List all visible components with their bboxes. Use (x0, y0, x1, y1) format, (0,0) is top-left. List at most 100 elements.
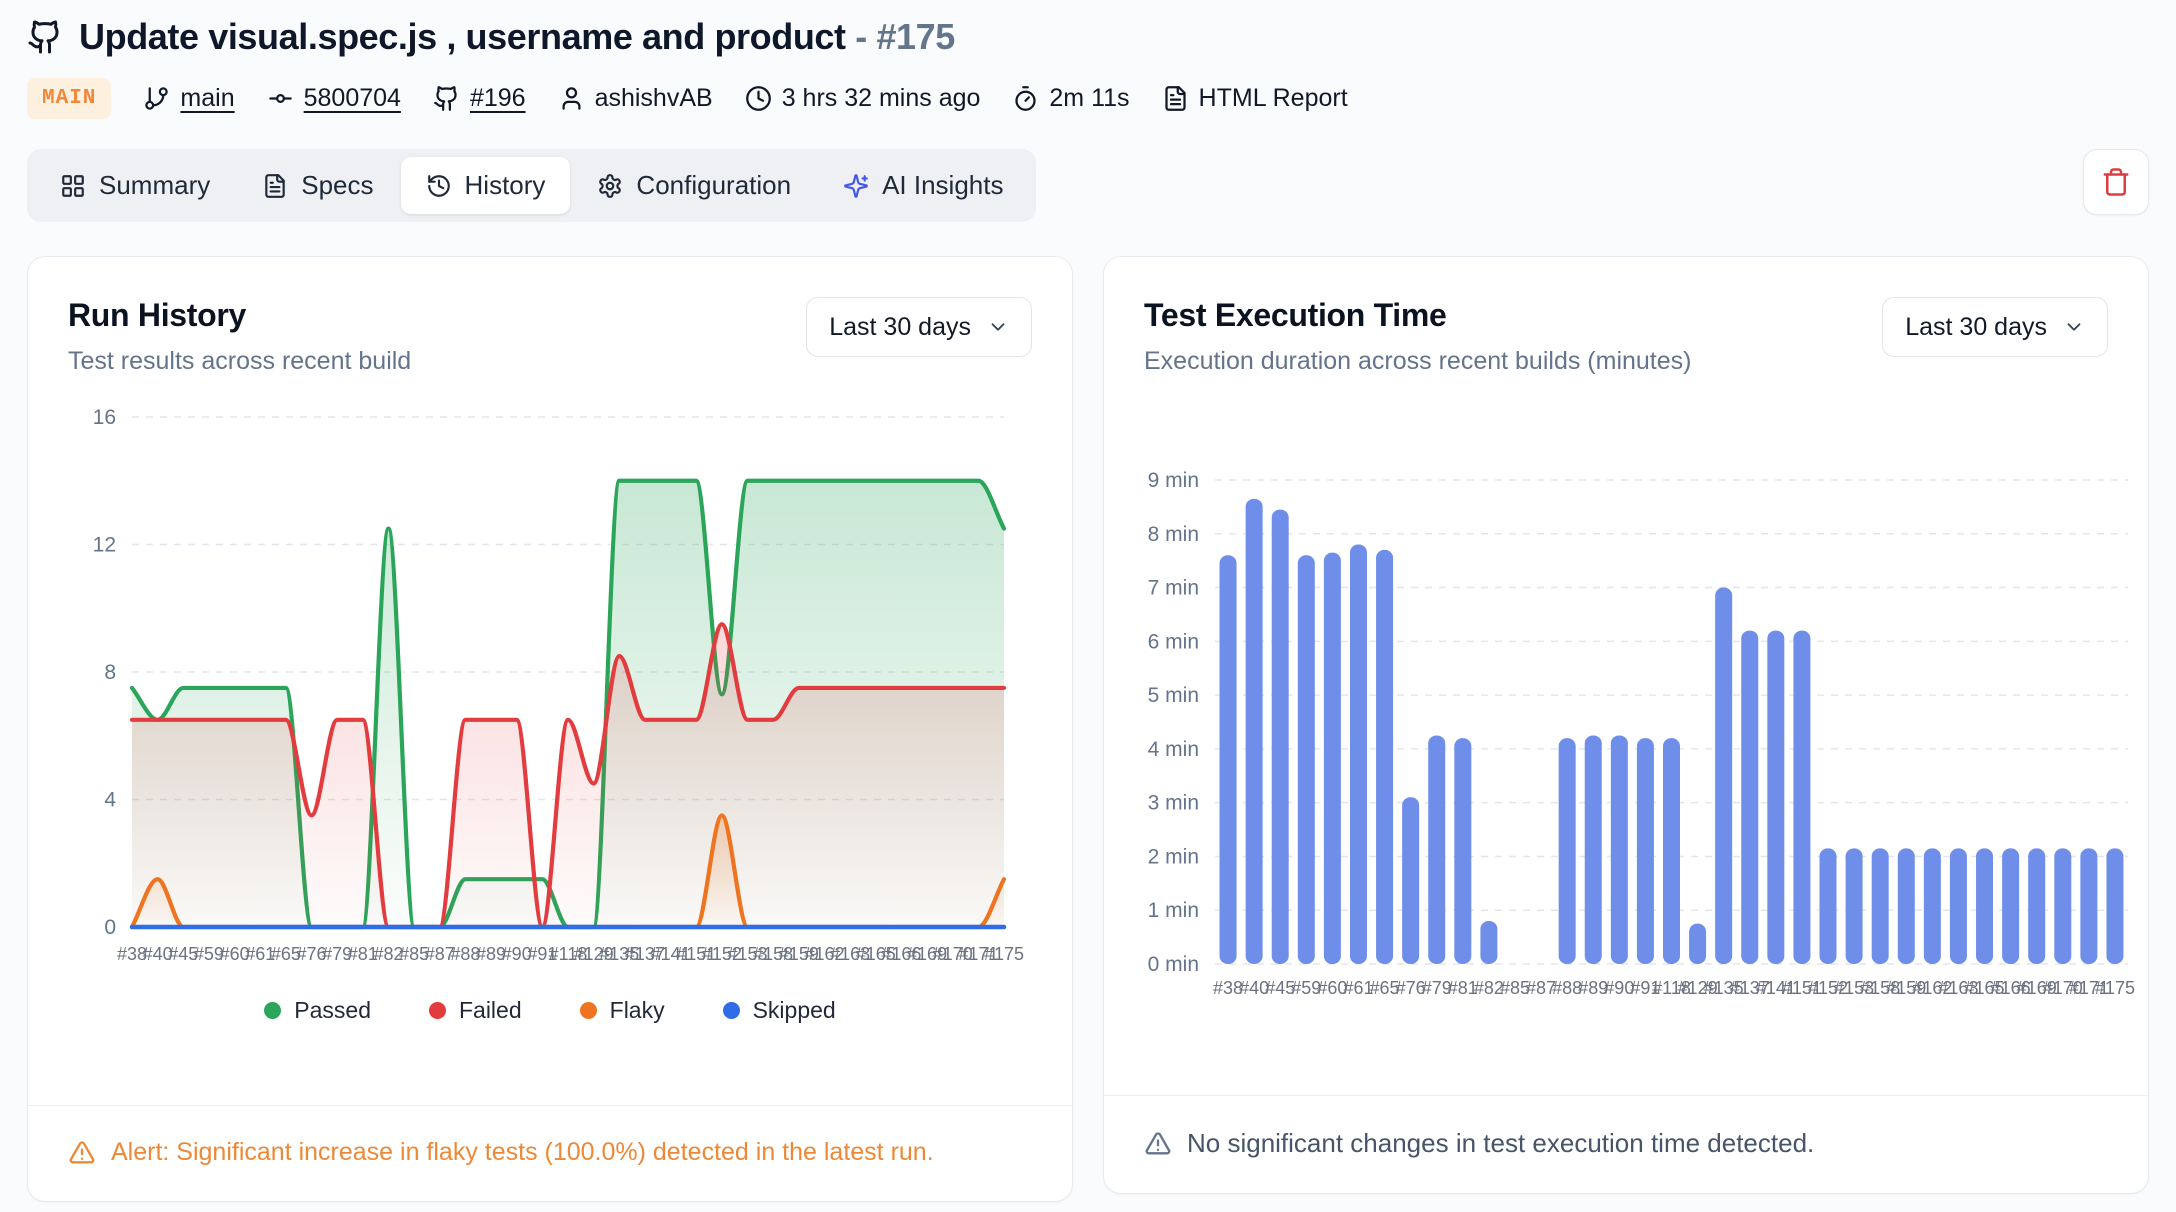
tab-summary[interactable]: Summary (35, 157, 235, 214)
file-text-icon (1162, 85, 1189, 112)
execution-bar[interactable] (1950, 848, 1967, 964)
delete-run-button[interactable] (2083, 149, 2149, 215)
execution-time-range-select[interactable]: Last 30 days (1882, 297, 2108, 357)
execution-bar[interactable] (1924, 848, 1941, 964)
legend-dot (264, 1002, 281, 1019)
svg-text:16: 16 (93, 406, 116, 429)
tab-bar: Summary Specs History Configuration AI I… (27, 149, 1036, 222)
execution-bar[interactable] (1220, 555, 1237, 964)
execution-bar[interactable] (2054, 848, 2071, 964)
execution-note-text: No significant changes in test execution… (1187, 1128, 1814, 1159)
execution-bar[interactable] (1872, 848, 1889, 964)
execution-time-title: Test Execution Time (1144, 297, 1692, 334)
tab-configuration[interactable]: Configuration (572, 157, 816, 214)
execution-bar[interactable] (1898, 848, 1915, 964)
time-ago: 3 hrs 32 mins ago (745, 84, 981, 113)
execution-bar[interactable] (1976, 848, 1993, 964)
execution-time-subtitle: Execution duration across recent builds … (1144, 347, 1692, 376)
run-history-chart[interactable]: 0481216#38#40#45#59#60#61#65#76#79#81#82… (54, 392, 1044, 982)
execution-bar[interactable] (2106, 848, 2123, 964)
execution-bar[interactable] (1689, 924, 1706, 964)
svg-text:6 min: 6 min (1148, 630, 1199, 653)
execution-bar[interactable] (1611, 735, 1628, 964)
html-report-link[interactable]: HTML Report (1162, 84, 1348, 113)
execution-bar[interactable] (1767, 631, 1784, 964)
git-branch-icon (143, 85, 170, 112)
page: Update visual.spec.js , username and pro… (0, 0, 2176, 1202)
execution-bar[interactable] (1350, 545, 1367, 964)
run-history-title: Run History (68, 297, 411, 334)
run-history-header: Run History Test results across recent b… (28, 257, 1072, 376)
execution-bar[interactable] (1402, 797, 1419, 964)
execution-bar[interactable] (1741, 631, 1758, 964)
execution-bar[interactable] (1559, 738, 1576, 964)
run-history-chart-wrap: 0481216#38#40#45#59#60#61#65#76#79#81#82… (54, 392, 1072, 987)
execution-bar[interactable] (1715, 588, 1732, 964)
svg-text:0 min: 0 min (1148, 953, 1199, 976)
run-history-subtitle: Test results across recent build (68, 347, 411, 376)
execution-bar[interactable] (1454, 738, 1471, 964)
run-history-legend: Passed Failed Flaky Skipped (28, 993, 1072, 1027)
execution-time-card: Test Execution Time Execution duration a… (1103, 256, 2149, 1194)
svg-text:3 min: 3 min (1148, 792, 1199, 815)
page-title: Update visual.spec.js , username and pro… (79, 16, 955, 58)
github-icon (27, 19, 63, 55)
svg-text:5 min: 5 min (1148, 684, 1199, 707)
run-history-card: Run History Test results across recent b… (27, 256, 1073, 1202)
svg-text:#175: #175 (984, 944, 1024, 964)
sparkles-icon (843, 173, 869, 199)
execution-bar[interactable] (2080, 848, 2097, 964)
chevron-down-icon (2063, 316, 2085, 338)
run-history-range-select[interactable]: Last 30 days (806, 297, 1032, 357)
github-icon (433, 85, 460, 112)
chevron-down-icon (987, 316, 1009, 338)
execution-bar[interactable] (1298, 555, 1315, 964)
execution-bar[interactable] (1637, 738, 1654, 964)
history-icon (426, 173, 452, 199)
legend-dot (429, 1002, 446, 1019)
svg-text:7 min: 7 min (1148, 577, 1199, 600)
execution-bar[interactable] (1663, 738, 1680, 964)
execution-bar[interactable] (1324, 553, 1341, 964)
svg-text:2 min: 2 min (1148, 845, 1199, 868)
tab-specs[interactable]: Specs (237, 157, 398, 214)
execution-time-chart[interactable]: 0 min 1 min 2 min 3 min 4 min 5 min 6 min 7 min… (1120, 392, 2142, 1012)
branch-badge: MAIN (27, 78, 111, 119)
execution-bar[interactable] (1793, 631, 1810, 964)
svg-text:8: 8 (104, 661, 116, 684)
file-text-icon (262, 173, 288, 199)
execution-bar[interactable] (1272, 510, 1289, 964)
user-icon (558, 85, 585, 112)
branch-link[interactable]: main (143, 84, 234, 113)
tabs-row: Summary Specs History Configuration AI I… (27, 149, 2149, 222)
legend-item-skipped[interactable]: Skipped (723, 997, 836, 1024)
legend-dot (723, 1002, 740, 1019)
execution-bar[interactable] (2002, 848, 2019, 964)
git-commit-icon (267, 85, 294, 112)
execution-bar[interactable] (1376, 550, 1393, 964)
run-history-footer: Alert: Significant increase in flaky tes… (28, 1105, 1072, 1201)
legend-item-flaky[interactable]: Flaky (580, 997, 665, 1024)
timer-icon (1012, 85, 1039, 112)
trash-icon (2101, 167, 2131, 197)
run-duration: 2m 11s (1012, 84, 1129, 113)
execution-bar[interactable] (2028, 848, 2045, 964)
commit-link[interactable]: 5800704 (267, 84, 401, 113)
flaky-alert-text: Alert: Significant increase in flaky tes… (111, 1138, 934, 1167)
execution-bar[interactable] (1820, 848, 1837, 964)
execution-bar[interactable] (1246, 499, 1263, 964)
execution-bar[interactable] (1585, 735, 1602, 964)
tab-history[interactable]: History (401, 157, 571, 214)
pull-request-link[interactable]: #196 (433, 84, 526, 113)
tab-ai-insights[interactable]: AI Insights (818, 157, 1028, 214)
legend-item-failed[interactable]: Failed (429, 997, 522, 1024)
execution-time-header: Test Execution Time Execution duration a… (1104, 257, 2148, 376)
svg-text:1 min: 1 min (1148, 899, 1199, 922)
execution-bar[interactable] (1428, 735, 1445, 964)
execution-bar[interactable] (1846, 848, 1863, 964)
execution-time-footer: No significant changes in test execution… (1104, 1095, 2148, 1193)
svg-text:4 min: 4 min (1148, 738, 1199, 761)
execution-bar[interactable] (1480, 921, 1497, 964)
grid-icon (60, 173, 86, 199)
legend-item-passed[interactable]: Passed (264, 997, 371, 1024)
